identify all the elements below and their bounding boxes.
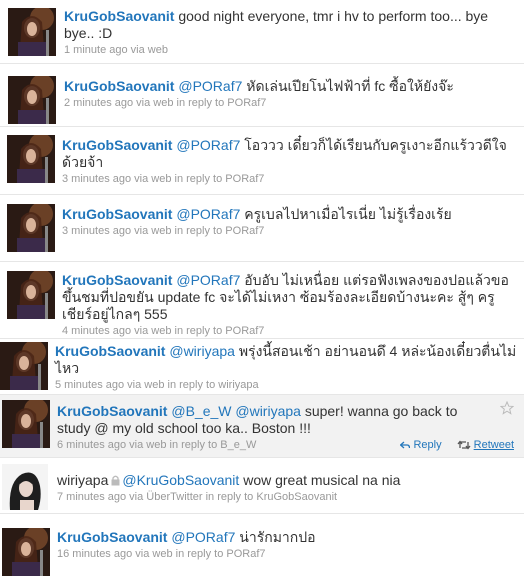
- mention-link[interactable]: @wiriyapa: [169, 343, 235, 359]
- source: via web: [130, 44, 168, 56]
- source: via web: [129, 439, 167, 451]
- mention-link[interactable]: @PORaf7: [176, 137, 240, 153]
- reply-icon: [399, 441, 411, 449]
- username-link[interactable]: KruGobSaovanit: [62, 206, 172, 222]
- reply-to-link[interactable]: PORaf7: [225, 325, 264, 337]
- reply-to-link[interactable]: PORaf7: [227, 97, 266, 109]
- tweet-6: KruGobSaovanit @wiriyapa พรุ่งนี้สอนเช้า…: [0, 339, 524, 394]
- avatar[interactable]: [0, 342, 48, 390]
- favorite-star-icon[interactable]: [499, 400, 515, 420]
- source: via web: [135, 548, 173, 560]
- source: via web: [127, 379, 165, 391]
- timestamp-link[interactable]: 3 minutes ago: [62, 173, 131, 185]
- reply-to-link[interactable]: PORaf7: [225, 173, 264, 185]
- tweet-body: KruGobSaovanit @PORaf7 หัดเล่นเปียโนไฟฟ้…: [64, 78, 518, 110]
- timestamp-link[interactable]: 7 minutes ago: [57, 491, 126, 503]
- tweet-text: น่ารักมากปอ: [235, 529, 316, 545]
- avatar[interactable]: [7, 204, 55, 252]
- tweet-2: KruGobSaovanit @PORaf7 หัดเล่นเปียโนไฟฟ้…: [0, 64, 524, 126]
- username-link[interactable]: KruGobSaovanit: [62, 137, 172, 153]
- concert-avatar-icon: [7, 271, 55, 319]
- tweet-body: KruGobSaovanit @wiriyapa พรุ่งนี้สอนเช้า…: [55, 343, 518, 392]
- username-link[interactable]: KruGobSaovanit: [64, 78, 174, 94]
- reply-to-link[interactable]: B_e_W: [220, 439, 256, 451]
- tweet-actions: Reply Retweet: [388, 439, 514, 451]
- username-link[interactable]: KruGobSaovanit: [62, 272, 172, 288]
- source: via web: [134, 225, 172, 237]
- source: via web: [134, 325, 172, 337]
- reply-prefix: in reply to: [167, 379, 216, 391]
- username-link[interactable]: KruGobSaovanit: [64, 8, 174, 24]
- avatar[interactable]: [8, 8, 56, 56]
- reply-prefix: in reply to: [205, 491, 254, 503]
- mention-link[interactable]: @PORaf7: [171, 529, 235, 545]
- mention-link[interactable]: @PORaf7: [176, 206, 240, 222]
- tweet-body: KruGobSaovanit @PORaf7 อับอับ ไม่เหนื่อย…: [62, 272, 518, 338]
- avatar[interactable]: [2, 464, 48, 510]
- reply-to-link[interactable]: KruGobSaovanit: [256, 491, 337, 503]
- concert-avatar-icon: [2, 400, 50, 448]
- reply-prefix: in reply to: [174, 325, 223, 337]
- reply-prefix: in reply to: [174, 173, 223, 185]
- username-link[interactable]: wiriyapa: [57, 472, 108, 488]
- source: via ÜberTwitter: [129, 491, 203, 503]
- lock-icon: [111, 475, 120, 486]
- mention-link[interactable]: @B_e_W @wiriyapa: [171, 403, 301, 419]
- reply-prefix: in reply to: [176, 97, 225, 109]
- timestamp-link[interactable]: 3 minutes ago: [62, 225, 131, 237]
- tweet-8: wiriyapa @KruGobSaovanit wow great musica…: [0, 458, 524, 513]
- tweet-body: KruGobSaovanit @PORaf7 น่ารักมากปอ 16 mi…: [57, 529, 518, 561]
- username-link[interactable]: KruGobSaovanit: [57, 529, 167, 545]
- avatar[interactable]: [7, 271, 55, 319]
- reply-prefix: in reply to: [169, 439, 218, 451]
- concert-avatar-icon: [0, 342, 48, 390]
- tweet-text: หัดเล่นเปียโนไฟฟ้าที่ fc ซื้อให้ยังจ๊ะ: [242, 78, 454, 94]
- timestamp-link[interactable]: 6 minutes ago: [57, 439, 126, 451]
- avatar[interactable]: [2, 400, 50, 448]
- tweet-text: ครูเบลไปหาเมื่อไรเนี่ย ไม่รู้เรื่องเร้ย: [240, 206, 452, 222]
- retweet-icon: [457, 440, 471, 450]
- concert-avatar-icon: [7, 135, 55, 183]
- timestamp-link[interactable]: 2 minutes ago: [64, 97, 133, 109]
- concert-avatar-icon: [8, 76, 56, 124]
- reply-button[interactable]: Reply: [399, 439, 442, 451]
- avatar[interactable]: [8, 76, 56, 124]
- tweet-text: wow great musical na nia: [239, 472, 401, 488]
- reply-prefix: in reply to: [175, 548, 224, 560]
- source: via web: [134, 173, 172, 185]
- username-link[interactable]: KruGobSaovanit: [55, 343, 165, 359]
- reply-label: Reply: [413, 439, 442, 451]
- tweet-1: KruGobSaovanit good night everyone, tmr …: [0, 0, 524, 63]
- avatar[interactable]: [7, 135, 55, 183]
- portrait-avatar-icon: [2, 464, 48, 510]
- tweet-4: KruGobSaovanit @PORaf7 ครูเบลไปหาเมื่อไร…: [0, 195, 524, 261]
- concert-avatar-icon: [7, 204, 55, 252]
- tweet-body: KruGobSaovanit @PORaf7 ครูเบลไปหาเมื่อไร…: [62, 206, 518, 238]
- avatar[interactable]: [2, 528, 50, 576]
- username-link[interactable]: KruGobSaovanit: [57, 403, 167, 419]
- tweet-5: KruGobSaovanit @PORaf7 อับอับ ไม่เหนื่อย…: [0, 262, 524, 338]
- concert-avatar-icon: [8, 8, 56, 56]
- tweet-body: wiriyapa @KruGobSaovanit wow great musica…: [57, 472, 518, 504]
- timestamp-link[interactable]: 1 minute ago: [64, 44, 128, 56]
- source: via web: [136, 97, 174, 109]
- reply-to-link[interactable]: PORaf7: [225, 225, 264, 237]
- mention-link[interactable]: @KruGobSaovanit: [122, 472, 239, 488]
- mention-link[interactable]: @PORaf7: [178, 78, 242, 94]
- concert-avatar-icon: [2, 528, 50, 576]
- tweet-body: KruGobSaovanit good night everyone, tmr …: [64, 8, 518, 57]
- tweet-7: KruGobSaovanit @B_e_W @wiriyapa super! w…: [0, 395, 524, 457]
- reply-to-link[interactable]: wiriyapa: [218, 379, 258, 391]
- retweet-button[interactable]: Retweet: [457, 439, 514, 451]
- tweet-3: KruGobSaovanit @PORaf7 โอววว เดี๋ยวก็ได้…: [0, 127, 524, 194]
- retweet-label: Retweet: [473, 439, 514, 451]
- tweet-9: KruGobSaovanit @PORaf7 น่ารักมากปอ 16 mi…: [0, 514, 524, 586]
- timestamp-link[interactable]: 4 minutes ago: [62, 325, 131, 337]
- timestamp-link[interactable]: 16 minutes ago: [57, 548, 132, 560]
- reply-prefix: in reply to: [174, 225, 223, 237]
- mention-link[interactable]: @PORaf7: [176, 272, 240, 288]
- timestamp-link[interactable]: 5 minutes ago: [55, 379, 124, 391]
- reply-to-link[interactable]: PORaf7: [226, 548, 265, 560]
- tweet-body: KruGobSaovanit @PORaf7 โอววว เดี๋ยวก็ได้…: [62, 137, 518, 186]
